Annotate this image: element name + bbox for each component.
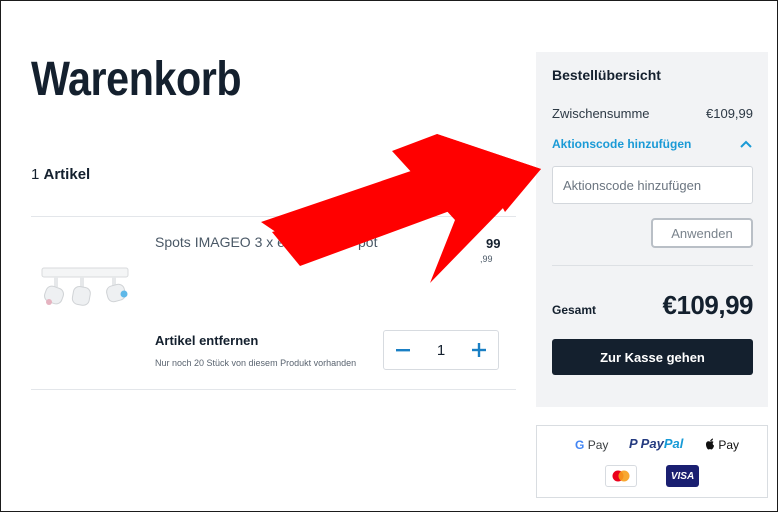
cart-divider-bottom <box>31 389 516 390</box>
google-pay-text: Pay <box>587 438 609 452</box>
paypal-pay-text: Pay <box>640 436 664 451</box>
product-name-text: Spots IMAGEO 3 x eins <box>155 234 303 250</box>
visa-logo: VISA <box>666 465 699 487</box>
minus-icon <box>396 349 410 352</box>
product-image[interactable] <box>36 262 136 318</box>
quantity-value[interactable]: 1 <box>422 342 460 359</box>
paypal-logo: P PayPal <box>629 436 683 451</box>
product-name[interactable]: Spots IMAGEO 3 x eins <box>155 234 303 250</box>
summary-divider <box>552 265 753 266</box>
product-name-tail: pot <box>358 234 378 250</box>
subtotal-label: Zwischensumme <box>552 106 650 121</box>
promo-code-input[interactable] <box>552 166 753 204</box>
page-title: Warenkorb <box>31 53 242 106</box>
apply-promo-button[interactable]: Anwenden <box>651 218 753 248</box>
mastercard-logo <box>605 465 637 487</box>
order-summary-panel: Bestellübersicht Zwischensumme €109,99 A… <box>536 52 768 407</box>
item-count-number: 1 <box>31 166 40 183</box>
promo-code-toggle[interactable]: Aktionscode hinzufügen <box>552 137 691 151</box>
paypal-p-icon: P <box>629 436 638 451</box>
product-price: 99 <box>486 236 501 251</box>
stock-note: Nur noch 20 Stück von diesem Produkt vor… <box>155 358 357 368</box>
item-count-label: Artikel <box>43 166 91 183</box>
total-value: €109,99 <box>662 290 754 320</box>
item-count: 1 Artikel <box>31 166 90 183</box>
total-label: Gesamt <box>552 303 597 317</box>
cart-divider-top <box>31 216 516 217</box>
quantity-decrease-button[interactable] <box>384 331 422 369</box>
product-price-old: ,99 <box>480 254 493 264</box>
plus-icon <box>472 343 486 357</box>
checkout-button[interactable]: Zur Kasse gehen <box>552 339 753 375</box>
payment-methods: G Pay P PayPal Pay VISA <box>536 425 768 498</box>
subtotal-value: €109,99 <box>706 106 753 121</box>
quantity-stepper: 1 <box>383 330 499 370</box>
apple-pay-text: Pay <box>718 438 740 452</box>
summary-title: Bestellübersicht <box>552 67 661 83</box>
google-pay-logo: G Pay <box>575 438 608 452</box>
apple-icon <box>706 438 714 450</box>
remove-item-link[interactable]: Artikel entfernen <box>155 333 258 348</box>
mastercard-icon <box>612 470 630 482</box>
google-g-icon: G <box>575 438 585 452</box>
chevron-up-icon[interactable] <box>740 140 752 148</box>
paypal-pal-text: Pal <box>663 436 684 451</box>
quantity-increase-button[interactable] <box>460 331 498 369</box>
apple-pay-logo: Pay <box>705 438 739 452</box>
